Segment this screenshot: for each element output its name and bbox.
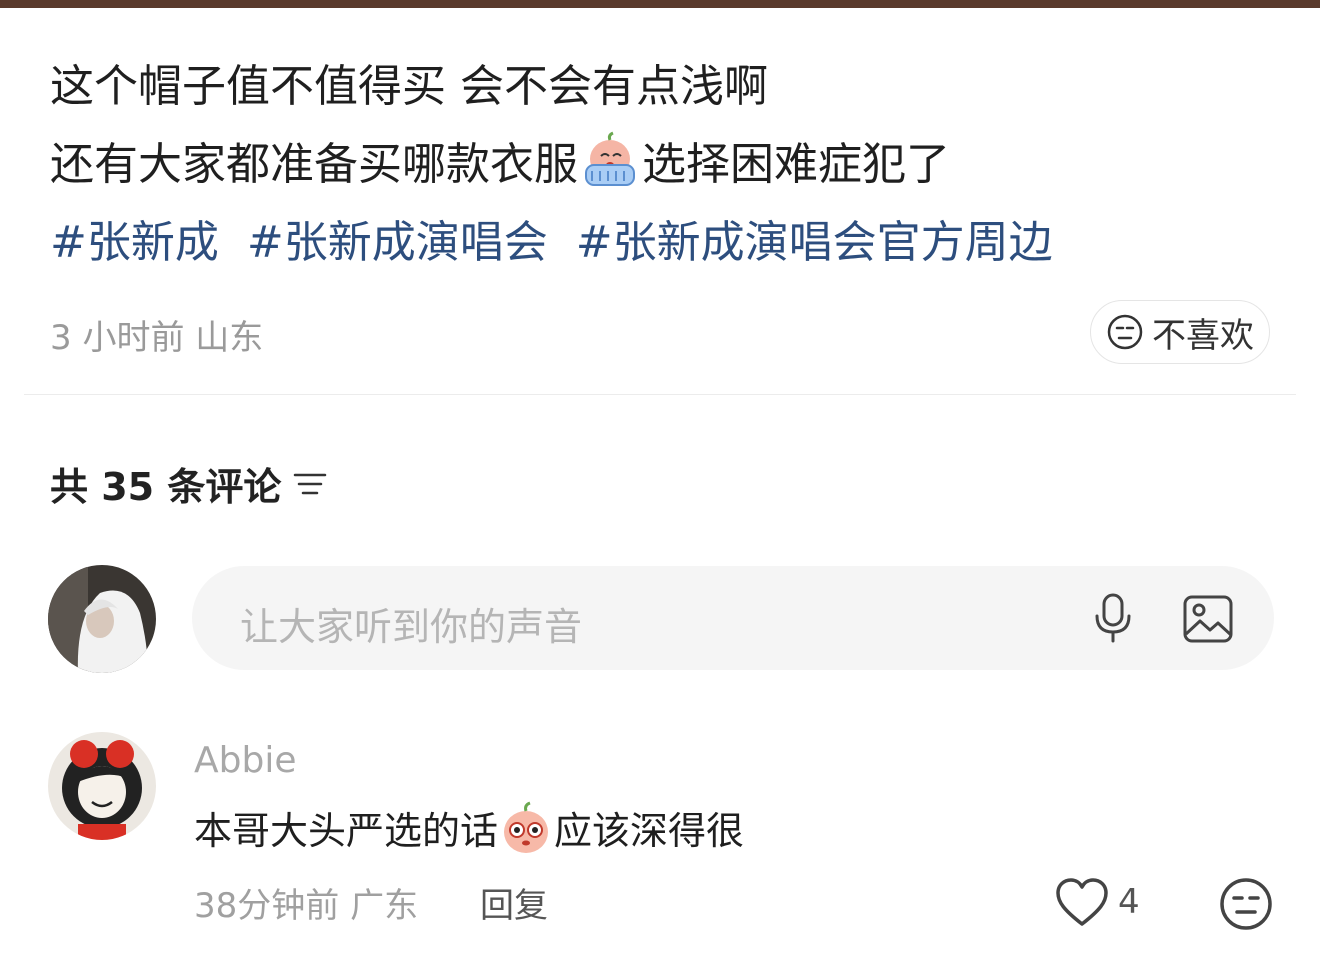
microphone-icon[interactable] (1088, 592, 1138, 644)
neutral-face-icon[interactable] (1218, 876, 1274, 932)
comment-input[interactable]: 让大家听到你的声音 (192, 566, 1274, 670)
comment-count-label: 共 35 条评论 (50, 465, 282, 509)
reply-button[interactable]: 回复 (480, 878, 548, 927)
comment-text-end: 应该深得很 (554, 809, 745, 853)
post-text-line-2-start: 还有大家都准备买哪款衣服 (50, 139, 578, 190)
commenter-avatar[interactable] (48, 732, 156, 840)
like-count: 4 (1118, 882, 1140, 922)
crying-peach-emoji-icon (585, 131, 635, 186)
sort-icon[interactable] (293, 469, 327, 499)
comment-text-start: 本哥大头严选的话 (194, 809, 499, 853)
comment-text: 本哥大头严选的话 应该深得很 (194, 800, 744, 862)
hashtag-link[interactable]: #张新成演唱会 (247, 217, 548, 268)
post-meta: 3 小时前 山东 (50, 310, 263, 359)
post-text-line-2-end: 选择困难症犯了 (642, 139, 950, 190)
hashtag-link[interactable]: #张新成演唱会官方周边 (576, 217, 1053, 268)
my-avatar[interactable] (48, 565, 156, 673)
dislike-button[interactable]: 不喜欢 (1090, 300, 1270, 364)
neutral-face-icon (1107, 314, 1143, 350)
hashtag-row: #张新成 #张新成演唱会 #张新成演唱会官方周边 (50, 204, 1280, 282)
post-location: 山东 (195, 318, 264, 358)
dislike-label: 不喜欢 (1152, 315, 1254, 356)
post-time: 3 小时前 (50, 318, 185, 358)
post-text-line-2: 还有大家都准备买哪款衣服 选择困难症犯了 (50, 126, 1280, 204)
divider (24, 394, 1296, 395)
comment-meta: 38分钟前 广东 (194, 878, 418, 927)
comment-time: 38分钟前 (194, 886, 340, 926)
hashtag-link[interactable]: #张新成 (50, 217, 219, 268)
staring-peach-emoji-icon (504, 801, 549, 853)
heart-icon[interactable] (1054, 876, 1110, 930)
comments-header: 共 35 条评论 (50, 456, 327, 511)
avatar-image (48, 565, 156, 673)
top-border (0, 0, 1320, 8)
image-icon[interactable] (1182, 594, 1234, 644)
comment-input-placeholder: 让大家听到你的声音 (240, 605, 583, 649)
comment-location: 广东 (350, 886, 419, 926)
post-body: 这个帽子值不值得买 会不会有点浅啊 还有大家都准备买哪款衣服 选择困难症犯了 #… (50, 48, 1280, 282)
commenter-username[interactable]: Abbie (194, 740, 296, 781)
avatar-image (48, 732, 156, 840)
post-text-line-1: 这个帽子值不值得买 会不会有点浅啊 (50, 61, 768, 112)
